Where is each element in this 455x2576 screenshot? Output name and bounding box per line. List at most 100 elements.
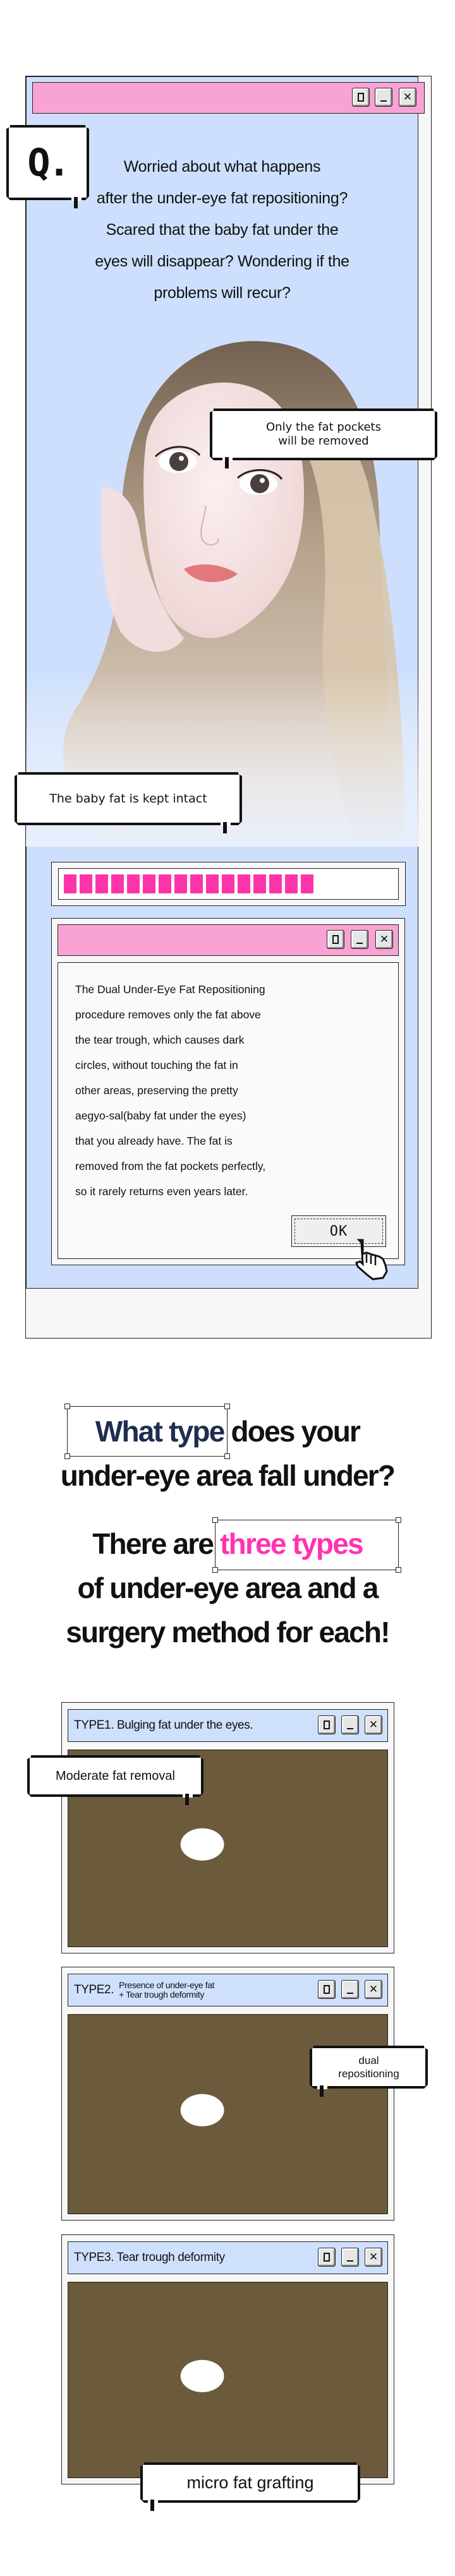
minimize-button[interactable] bbox=[341, 1980, 359, 1999]
heading-text: of under-eye area and a bbox=[77, 1571, 379, 1604]
heading-text: under-eye area fall under? bbox=[60, 1459, 396, 1492]
dialog-titlebar[interactable]: ✕ bbox=[58, 924, 399, 956]
maximize-button[interactable] bbox=[318, 1980, 336, 1999]
minimize-icon bbox=[347, 1993, 353, 1994]
progress-block bbox=[206, 874, 219, 893]
dialog-line: that you already have. The fat is bbox=[75, 1135, 233, 1147]
minimize-button[interactable] bbox=[341, 1715, 359, 1734]
main-window-titlebar[interactable]: ✕ bbox=[32, 82, 425, 114]
type2-title-line: + Tear trough deformity bbox=[119, 1989, 204, 2000]
type2-title-prefix: TYPE2. bbox=[74, 1983, 114, 1996]
type3-eye-photo bbox=[68, 2282, 388, 2478]
progress-block bbox=[238, 874, 250, 893]
fat-pockets-bubble: Only the fat pockets will be removed bbox=[210, 408, 437, 484]
minimize-icon bbox=[356, 943, 363, 944]
progress-block bbox=[127, 874, 140, 893]
heading-highlight-what-type: What type bbox=[95, 1415, 225, 1448]
portrait-photo bbox=[26, 341, 418, 847]
heading-text: There are bbox=[92, 1527, 214, 1560]
dialog-message: The Dual Under-Eye Fat Repositioning pro… bbox=[75, 977, 391, 1204]
progress-block bbox=[174, 874, 187, 893]
minimize-icon bbox=[347, 1728, 353, 1729]
progress-block bbox=[301, 874, 313, 893]
heading-highlight-three-types: three types bbox=[220, 1527, 363, 1560]
type2-titlebar[interactable]: TYPE2. Presence of under-eye fat + Tear … bbox=[68, 1974, 388, 2007]
close-icon: ✕ bbox=[403, 90, 413, 104]
progress-block bbox=[253, 874, 266, 893]
maximize-button[interactable] bbox=[352, 88, 370, 107]
bubble-line: will be removed bbox=[278, 434, 369, 448]
maximize-icon bbox=[324, 1720, 330, 1729]
maximize-icon bbox=[358, 93, 364, 102]
minimize-icon bbox=[380, 100, 387, 102]
close-icon: ✕ bbox=[368, 1983, 379, 1996]
close-icon: ✕ bbox=[368, 2250, 379, 2263]
close-icon: ✕ bbox=[368, 1718, 379, 1731]
minimize-button[interactable] bbox=[375, 88, 392, 107]
baby-fat-text: The baby fat is kept intact bbox=[15, 772, 242, 825]
bubble-tail bbox=[183, 1794, 193, 1805]
progress-block bbox=[222, 874, 234, 893]
minimize-button[interactable] bbox=[341, 2248, 359, 2267]
maximize-icon bbox=[324, 2253, 330, 2262]
bubble-tail bbox=[148, 2500, 158, 2511]
bubble-line: Only the fat pockets bbox=[266, 420, 381, 434]
dialog-minimize-button[interactable] bbox=[351, 930, 368, 949]
info-dialog: ✕ The Dual Under-Eye Fat Repositioning p… bbox=[51, 918, 405, 1265]
type1-titlebar[interactable]: TYPE1. Bulging fat under the eyes. ✕ bbox=[68, 1709, 388, 1742]
micro-fat-grafting-text: micro fat grafting bbox=[140, 2462, 360, 2503]
dialog-line: removed from the fat pockets perfectly, bbox=[75, 1160, 266, 1172]
progress-window bbox=[51, 862, 406, 906]
close-button[interactable]: ✕ bbox=[365, 2248, 382, 2267]
close-icon: ✕ bbox=[379, 933, 389, 946]
bubble-tail bbox=[71, 197, 82, 208]
bubble-tail bbox=[317, 2085, 327, 2097]
baby-fat-bubble: The baby fat is kept intact bbox=[15, 772, 242, 838]
type2-eye-photo bbox=[68, 2014, 388, 2214]
type2-title: TYPE2. Presence of under-eye fat + Tear … bbox=[74, 1974, 215, 2006]
question-line: eyes will disappear? Wondering if the bbox=[95, 253, 349, 270]
dialog-maximize-button[interactable] bbox=[327, 930, 344, 949]
dialog-body: The Dual Under-Eye Fat Repositioning pro… bbox=[58, 962, 399, 1259]
close-button[interactable]: ✕ bbox=[365, 1715, 382, 1734]
hand-cursor-icon bbox=[355, 1239, 388, 1280]
q-badge-bubble: Q. bbox=[6, 125, 89, 208]
q-badge: Q. bbox=[6, 125, 89, 200]
maximize-icon bbox=[332, 935, 339, 944]
dialog-line: other areas, preserving the pretty bbox=[75, 1084, 238, 1097]
dual-repositioning-bubble: dual repositioning bbox=[310, 2046, 428, 2097]
dialog-line: so it rarely returns even years later. bbox=[75, 1185, 248, 1198]
maximize-icon bbox=[324, 1985, 330, 1994]
progress-block bbox=[269, 874, 282, 893]
type3-titlebar[interactable]: TYPE3. Tear trough deformity ✕ bbox=[68, 2241, 388, 2274]
heading-question: What type does your under-eye area fall … bbox=[0, 1409, 455, 1498]
type1-window: TYPE1. Bulging fat under the eyes. ✕ bbox=[61, 1702, 394, 1953]
bubble-tail bbox=[222, 457, 233, 468]
bubble-line: dual bbox=[358, 2054, 379, 2066]
progress-block bbox=[80, 874, 92, 893]
bubble-line: repositioning bbox=[338, 2068, 399, 2080]
maximize-button[interactable] bbox=[318, 2248, 336, 2267]
close-button[interactable]: ✕ bbox=[365, 1980, 382, 1999]
micro-fat-grafting-bubble: micro fat grafting bbox=[140, 2462, 361, 2514]
bubble-tail bbox=[221, 822, 231, 833]
heading-answer: There are three types of under-eye area … bbox=[0, 1522, 455, 1654]
type1-title: TYPE1. Bulging fat under the eyes. bbox=[74, 1719, 253, 1732]
maximize-button[interactable] bbox=[318, 1715, 336, 1734]
dialog-line: The Dual Under-Eye Fat Repositioning bbox=[75, 983, 265, 996]
close-button[interactable]: ✕ bbox=[399, 88, 416, 107]
type2-title-line: Presence of under-eye fat bbox=[119, 1980, 215, 1990]
minimize-icon bbox=[347, 2260, 353, 2262]
resize-handle[interactable] bbox=[224, 1404, 230, 1409]
type3-title: TYPE3. Tear trough deformity bbox=[74, 2251, 225, 2264]
moderate-fat-text: Moderate fat removal bbox=[27, 1755, 203, 1797]
dialog-close-button[interactable]: ✕ bbox=[375, 930, 393, 949]
progress-bar bbox=[58, 868, 399, 900]
dialog-line: the tear trough, which causes dark bbox=[75, 1034, 245, 1046]
type3-window: TYPE3. Tear trough deformity ✕ bbox=[61, 2234, 394, 2484]
resize-handle[interactable] bbox=[64, 1404, 70, 1409]
progress-block bbox=[190, 874, 203, 893]
progress-block bbox=[64, 874, 76, 893]
heading-text: does your bbox=[231, 1415, 360, 1448]
dialog-line: circles, without touching the fat in bbox=[75, 1059, 238, 1071]
